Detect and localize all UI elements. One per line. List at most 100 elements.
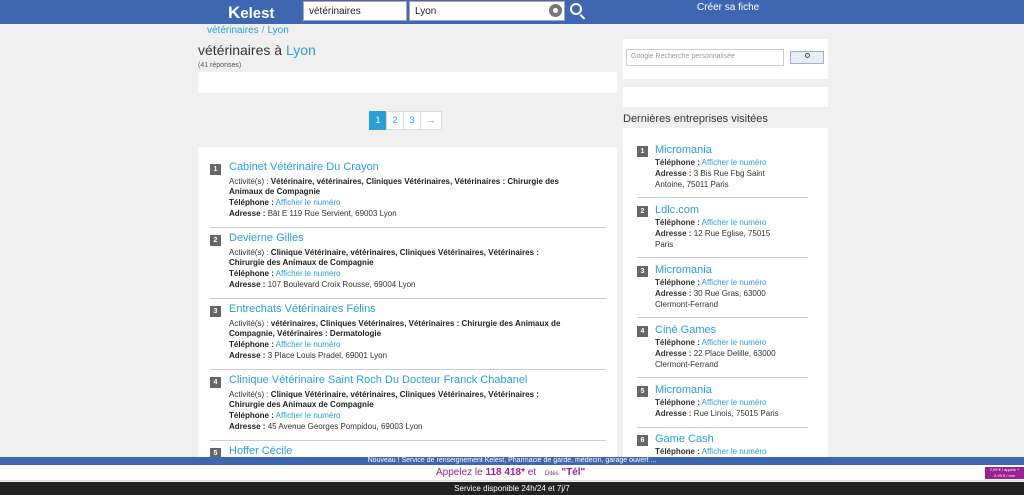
list-item: 3 Entrechats Vétérinaires Félins Activit… — [210, 303, 606, 370]
visited-phone: Téléphone : Afficher le numéro — [655, 278, 800, 288]
top-bar: Kelest Créer sa fiche — [0, 0, 1024, 24]
call-banner[interactable]: Appelez le 118 418* et Dites "Tél" 2,99 … — [0, 465, 1024, 481]
google-label: Google — [631, 53, 654, 60]
list-item: 5 Micromania Téléphone : Afficher le num… — [637, 384, 808, 428]
call-text: Appelez le 118 418* et Dites "Tél" — [436, 465, 585, 482]
result-activity: Activité(s) : vétérinaires, Cliniques Vé… — [229, 319, 589, 329]
address-label: Adresse : — [229, 351, 266, 360]
visited-title-link[interactable]: Ldlc.com — [655, 204, 699, 216]
show-phone-link[interactable]: Afficher le numéro — [276, 198, 341, 207]
show-phone-link[interactable]: Afficher le numéro — [276, 411, 341, 420]
visited-phone: Téléphone : Afficher le numéro — [655, 158, 800, 168]
result-activity-cont: Chirurgie des Animaux de Compagnie — [229, 400, 589, 410]
address-label: Adresse : — [655, 229, 692, 238]
visited-title-link[interactable]: Game Cash — [655, 433, 714, 445]
result-number: 4 — [210, 377, 221, 388]
address-text: 3 Bis Rue Fbg Saint — [693, 169, 765, 178]
sidebar-ad — [623, 87, 828, 107]
activity-label: Activité(s) : — [229, 248, 269, 257]
show-phone-link[interactable]: Afficher le numéro — [702, 218, 767, 227]
show-phone-link[interactable]: Afficher le numéro — [702, 447, 767, 456]
phone-label: Téléphone : — [655, 158, 700, 167]
location-pin-icon[interactable] — [549, 4, 562, 17]
call-prefix: Appelez le — [436, 467, 483, 478]
result-activity-cont: Compagnie, Vétérinaires : Dermatologie — [229, 329, 589, 339]
page-3-button[interactable]: 3 — [403, 111, 421, 130]
call-and: et — [527, 467, 537, 478]
show-phone-link[interactable]: Afficher le numéro — [702, 278, 767, 287]
price-line-2: 2,99 € / min — [994, 473, 1015, 478]
visited-number: 5 — [637, 386, 648, 397]
result-title-link[interactable]: Cabinet Vétérinaire Du Crayon — [229, 161, 379, 173]
visited-title-link[interactable]: Micromania — [655, 384, 712, 396]
result-title-link[interactable]: Clinique Vétérinaire Saint Roch Du Docte… — [229, 374, 527, 386]
address-label: Adresse : — [229, 280, 266, 289]
address-text: 107 Boulevard Croix Rousse, 69004 Lyon — [267, 280, 416, 289]
address-text: 45 Avenue Georges Pompidou, 69003 Lyon — [267, 422, 423, 431]
visited-title: Dernières entreprises visitées — [623, 113, 768, 125]
visited-address-cont: Antoine, 75011 Paris — [655, 180, 729, 189]
pagination: 1 2 3 → — [369, 111, 442, 130]
activity-text: Vétérinaire, vétérinaires, Cliniques Vét… — [270, 177, 559, 186]
visited-title-link[interactable]: Micromania — [655, 144, 712, 156]
custom-search-box: Google Recherche personnalisée — [623, 39, 828, 79]
page-1-button[interactable]: 1 — [369, 111, 387, 130]
search-icon[interactable] — [570, 3, 582, 15]
show-phone-link[interactable]: Afficher le numéro — [702, 338, 767, 347]
notice-bar[interactable]: Nouveau ! Service de renseignement Keles… — [0, 457, 1024, 465]
result-title-link[interactable]: Hoffer Cécile — [229, 445, 292, 457]
result-activity: Activité(s) : Vétérinaire, vétérinaires,… — [229, 177, 589, 187]
search-what-input[interactable] — [303, 1, 407, 21]
search-where-input[interactable] — [409, 1, 565, 21]
phone-label: Téléphone : — [229, 269, 274, 278]
show-phone-link[interactable]: Afficher le numéro — [276, 340, 341, 349]
result-number: 5 — [210, 448, 221, 457]
address-text: 30 Rue Gras, 63000 — [693, 289, 766, 298]
result-title-link[interactable]: Entrechats Vétérinaires Félins — [229, 303, 376, 315]
visited-title-link[interactable]: Ciné Games — [655, 324, 716, 336]
list-item: 3 Micromania Téléphone : Afficher le num… — [637, 264, 808, 318]
activity-text: Clinique Vétérinaire, vétérinaires, Clin… — [270, 390, 539, 399]
visited-address-cont: Clermont-Ferrand — [655, 360, 719, 369]
result-address: Adresse : 107 Boulevard Croix Rousse, 69… — [229, 280, 589, 290]
result-address: Adresse : 3 Place Louis Pradel, 69001 Ly… — [229, 351, 589, 361]
visited-number: 4 — [637, 326, 648, 337]
visited-address: Adresse : 30 Rue Gras, 63000 — [655, 289, 800, 299]
address-label: Adresse : — [655, 349, 692, 358]
title-city-link[interactable]: Lyon — [286, 42, 316, 58]
visited-title-link[interactable]: Micromania — [655, 264, 712, 276]
kelest-logo[interactable]: Kelest — [228, 3, 274, 23]
next-page-button[interactable]: → — [420, 111, 442, 130]
title-prefix: vétérinaires à — [198, 42, 283, 58]
address-label: Adresse : — [229, 422, 266, 431]
visited-number: 1 — [637, 146, 648, 157]
address-text: 22 Place Delille, 63000 — [693, 349, 776, 358]
address-label: Adresse : — [655, 169, 692, 178]
phone-label: Téléphone : — [655, 278, 700, 287]
breadcrumb-category[interactable]: vétérinaires — [207, 25, 259, 36]
list-item: 4 Ciné Games Téléphone : Afficher le num… — [637, 324, 808, 378]
show-phone-link[interactable]: Afficher le numéro — [276, 269, 341, 278]
breadcrumb-city[interactable]: Lyon — [267, 25, 288, 36]
list-item: 1 Cabinet Vétérinaire Du Crayon Activité… — [210, 161, 606, 228]
result-title-link[interactable]: Devierne Gilles — [229, 232, 304, 244]
result-activity: Activité(s) : Clinique Vétérinaire, vété… — [229, 248, 589, 258]
visited-phone: Téléphone : Afficher le numéro — [655, 338, 800, 348]
page-2-button[interactable]: 2 — [386, 111, 404, 130]
address-label: Adresse : — [655, 409, 692, 418]
show-phone-link[interactable]: Afficher le numéro — [702, 398, 767, 407]
visited-address: Adresse : 3 Bis Rue Fbg Saint — [655, 169, 800, 179]
result-phone: Téléphone : Afficher le numéro — [229, 269, 589, 279]
results-list: 1 Cabinet Vétérinaire Du Crayon Activité… — [198, 147, 617, 457]
show-phone-link[interactable]: Afficher le numéro — [702, 158, 767, 167]
visited-list: 1 Micromania Téléphone : Afficher le num… — [623, 128, 828, 458]
list-item: 1 Micromania Téléphone : Afficher le num… — [637, 144, 808, 198]
visited-address: Adresse : 12 Rue Eglise, 75015 — [655, 229, 800, 239]
activity-text: Clinique Vétérinaire, vétérinaires, Clin… — [270, 248, 539, 257]
create-listing-link[interactable]: Créer sa fiche — [697, 2, 759, 13]
result-number: 3 — [210, 306, 221, 317]
list-item: 4 Clinique Vétérinaire Saint Roch Du Doc… — [210, 374, 606, 441]
result-phone: Téléphone : Afficher le numéro — [229, 198, 589, 208]
list-item: 5 Hoffer Cécile — [210, 445, 606, 457]
phone-label: Téléphone : — [229, 198, 274, 207]
